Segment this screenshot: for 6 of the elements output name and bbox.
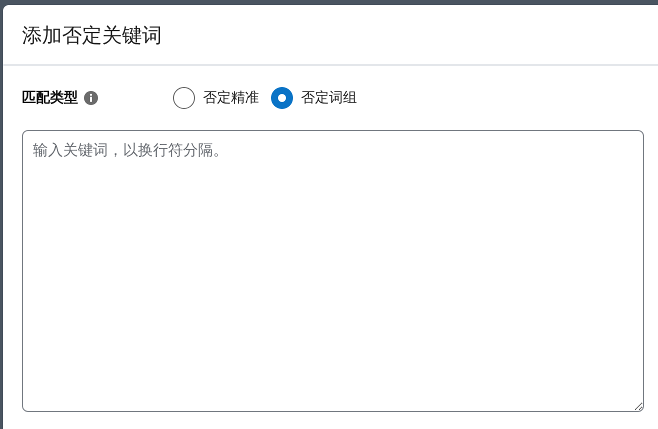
dialog-title: 添加否定关键词 <box>22 22 162 48</box>
keywords-field[interactable]: 输入关键词，以换行符分隔。 <box>22 130 644 412</box>
info-icon[interactable] <box>84 91 98 105</box>
radio-option[interactable]: 否定精准 <box>173 87 259 109</box>
radio-option[interactable]: 否定词组 <box>271 87 357 109</box>
match-type-label: 匹配类型 <box>22 88 78 108</box>
